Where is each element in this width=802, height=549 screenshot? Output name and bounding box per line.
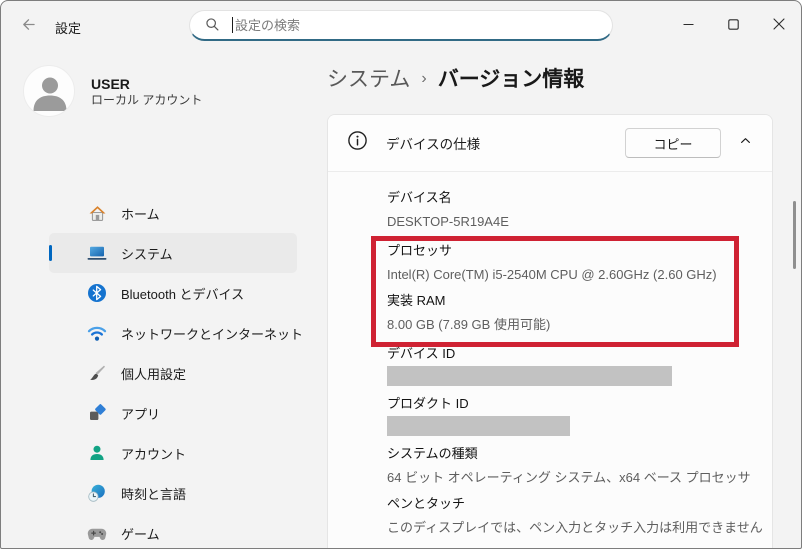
- highlight-annotation-box: プロセッサ Intel(R) Core(TM) i5-2540M CPU @ 2.…: [371, 236, 739, 347]
- window-controls: [666, 1, 801, 51]
- sidebar-item-system[interactable]: システム: [49, 233, 297, 273]
- redacted-value-bar: [387, 366, 672, 386]
- main-content: システム › バージョン情報 デバイスの仕様 コピー デバイス名 DESKTOP…: [327, 51, 773, 548]
- spec-label: プロセッサ: [387, 243, 453, 258]
- spec-row: システムの種類 64 ビット オペレーティング システム、x64 ベース プロセッ…: [387, 445, 772, 495]
- spec-label: 実装 RAM: [387, 293, 446, 308]
- sidebar-item-label: アカウント: [121, 446, 187, 462]
- user-meta: USER ローカル アカウント: [91, 75, 202, 108]
- sidebar-item-time-language[interactable]: 時刻と言語: [49, 473, 297, 513]
- collapse-button[interactable]: [730, 128, 760, 158]
- breadcrumb-separator-icon: ›: [421, 70, 427, 87]
- sidebar-item-label: ゲーム: [121, 526, 160, 542]
- selected-indicator: [49, 245, 52, 261]
- gaming-icon: [87, 523, 107, 543]
- maximize-icon: [728, 17, 739, 35]
- spec-label: システムの種類: [387, 446, 478, 461]
- titlebar: 設定 設定の検索: [1, 1, 801, 51]
- network-icon: [87, 323, 107, 343]
- sidebar-item-label: ネットワークとインターネット: [121, 326, 304, 342]
- close-button[interactable]: [756, 1, 801, 51]
- search-icon: [205, 17, 220, 32]
- minimize-icon: [683, 17, 694, 35]
- spec-label: ペンとタッチ: [387, 496, 466, 511]
- user-account[interactable]: USER ローカル アカウント: [21, 63, 297, 119]
- sidebar-item-personalization[interactable]: 個人用設定: [49, 353, 297, 393]
- avatar: [23, 65, 75, 117]
- search-placeholder: 設定の検索: [235, 18, 301, 33]
- sidebar-item-gaming[interactable]: ゲーム: [49, 513, 297, 548]
- sidebar-item-label: Bluetooth とデバイス: [121, 286, 245, 302]
- breadcrumb: システム › バージョン情報: [327, 63, 773, 93]
- spec-value: Intel(R) Core(TM) i5-2540M CPU @ 2.60GHz…: [387, 267, 717, 282]
- spec-value: 8.00 GB (7.89 GB 使用可能): [387, 317, 551, 332]
- sidebar-item-accounts[interactable]: アカウント: [49, 433, 297, 473]
- sidebar-item-label: 個人用設定: [121, 366, 187, 382]
- personalization-icon: [87, 363, 107, 383]
- app-body: USER ローカル アカウント ホーム システム Bluetooth とデバイス ネッ…: [1, 51, 801, 548]
- settings-window: 設定 設定の検索 USER ローカル アカウント ホーム システム Blueto…: [0, 0, 802, 549]
- spec-row: デバイス名 DESKTOP-5R19A4E: [387, 189, 772, 239]
- bluetooth-icon: [87, 283, 107, 303]
- apps-icon: [87, 403, 107, 423]
- spec-value: このディスプレイでは、ペン入力とタッチ入力は利用できません: [387, 520, 763, 535]
- copy-button[interactable]: コピー: [625, 128, 721, 158]
- sidebar-item-label: アプリ: [121, 406, 161, 422]
- spec-value: DESKTOP-5R19A4E: [387, 214, 509, 229]
- breadcrumb-parent[interactable]: システム: [327, 63, 410, 93]
- spec-row: デバイス ID: [387, 345, 772, 395]
- sidebar-item-label: システム: [121, 246, 173, 262]
- sidebar-item-home[interactable]: ホーム: [49, 193, 297, 233]
- device-spec-body: デバイス名 DESKTOP-5R19A4E プロセッサ Intel(R) Core(T…: [328, 172, 772, 545]
- spec-row: ペンとタッチこのディスプレイでは、ペン入力とタッチ入力は利用できません: [387, 495, 772, 545]
- info-icon: [347, 130, 368, 156]
- spec-label: プロダクト ID: [387, 396, 469, 411]
- redacted-value-bar: [387, 416, 570, 436]
- sidebar-item-label: 時刻と言語: [121, 486, 187, 502]
- sidebar-item-bluetooth-devices[interactable]: Bluetooth とデバイス: [49, 273, 297, 313]
- spec-label: デバイス名: [387, 190, 452, 205]
- scrollbar-thumb[interactable]: [793, 201, 796, 269]
- spec-row: プロダクト ID: [387, 395, 772, 445]
- back-button[interactable]: [15, 14, 41, 40]
- device-spec-card: デバイスの仕様 コピー デバイス名 DESKTOP-5R19A4E プロセッサ Int…: [327, 114, 773, 548]
- spec-value: 64 ビット オペレーティング システム、x64 ベース プロセッサ: [387, 470, 751, 485]
- sidebar-item-label: ホーム: [121, 206, 160, 222]
- spec-row: プロセッサ Intel(R) Core(TM) i5-2540M CPU @ 2.…: [387, 242, 734, 292]
- back-arrow-icon: [20, 16, 37, 38]
- app-title: 設定: [55, 21, 82, 36]
- maximize-button[interactable]: [711, 1, 756, 51]
- minimize-button[interactable]: [666, 1, 711, 51]
- spec-label: デバイス ID: [387, 346, 456, 361]
- text-cursor: [232, 16, 233, 33]
- card-title: デバイスの仕様: [386, 137, 481, 152]
- device-spec-header[interactable]: デバイスの仕様 コピー: [328, 115, 772, 172]
- accounts-icon: [87, 443, 107, 463]
- sidebar-item-network-internet[interactable]: ネットワークとインターネット: [49, 313, 303, 353]
- search-input[interactable]: 設定の検索: [189, 10, 613, 41]
- page-title: バージョン情報: [437, 68, 585, 91]
- time-language-icon: [87, 483, 107, 503]
- user-account-type: ローカル アカウント: [91, 92, 203, 107]
- home-icon: [87, 203, 107, 223]
- user-name: USER: [91, 75, 130, 92]
- sidebar-item-apps[interactable]: アプリ: [49, 393, 297, 433]
- chevron-up-icon: [739, 134, 752, 152]
- sidebar-nav: ホームシステム Bluetooth とデバイスネットワークとインターネット 個人用設…: [1, 193, 311, 548]
- system-icon: [87, 243, 107, 263]
- sidebar: USER ローカル アカウント ホームシステム Bluetooth とデバイスネッ…: [1, 51, 311, 548]
- scrollbar-track[interactable]: [790, 51, 798, 548]
- close-icon: [772, 17, 785, 35]
- spec-row: 実装 RAM 8.00 GB (7.89 GB 使用可能): [387, 292, 734, 342]
